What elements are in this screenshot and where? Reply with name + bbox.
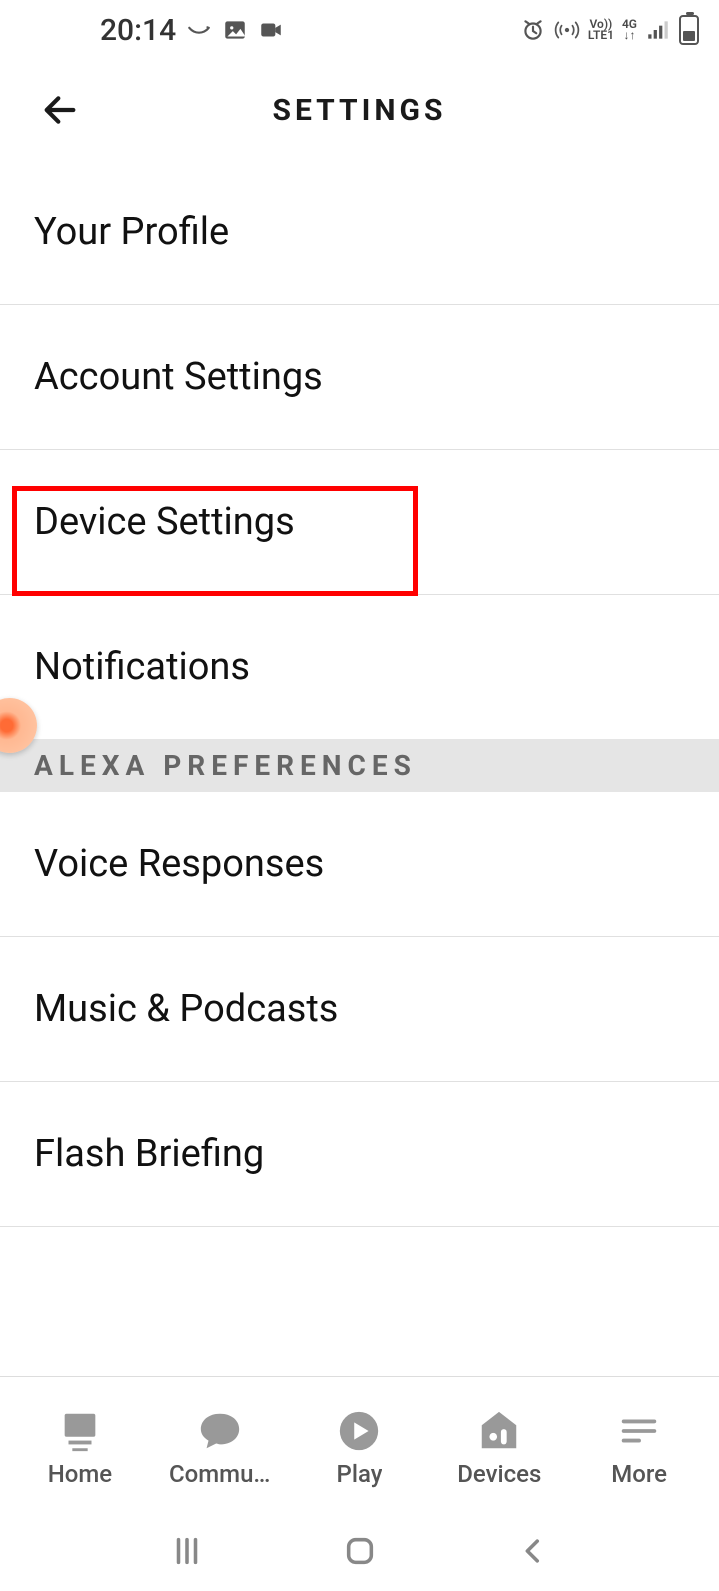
status-right: Vo))LTE1 4G↓↑ [520,15,699,45]
battery-icon [679,15,699,45]
devices-icon [474,1408,524,1454]
tab-play[interactable]: Play [290,1408,430,1488]
arrow-left-icon [40,90,80,130]
tab-label: Play [337,1460,383,1488]
hotspot-icon [554,17,580,43]
settings-item-label: Device Settings [34,500,295,544]
home-icon [55,1408,105,1454]
signal-icon [645,17,671,43]
tab-label: More [611,1460,667,1488]
back-nav-button[interactable] [513,1531,553,1571]
settings-item-your-profile[interactable]: Your Profile [0,160,719,305]
volte-indicator: Vo))LTE1 [588,19,614,41]
settings-item-device-settings[interactable]: Device Settings [0,450,719,595]
settings-item-flash-briefing[interactable]: Flash Briefing [0,1082,719,1227]
chevron-left-icon [516,1534,550,1568]
bottom-tab-bar: Home Commu… Play Devices More [0,1376,719,1511]
settings-item-label: Your Profile [34,210,229,254]
tab-label: Devices [457,1460,541,1488]
settings-item-music-podcasts[interactable]: Music & Podcasts [0,937,719,1082]
settings-item-account-settings[interactable]: Account Settings [0,305,719,450]
image-icon [222,17,248,43]
settings-content: Your Profile Account Settings Device Set… [0,160,719,1376]
system-nav-bar [0,1511,719,1591]
tab-communicate[interactable]: Commu… [150,1408,290,1488]
recent-apps-button[interactable] [167,1531,207,1571]
tab-label: Commu… [169,1460,270,1488]
settings-item-label: Music & Podcasts [34,987,338,1031]
network-indicator: 4G↓↑ [622,19,637,41]
app-header: SETTINGS [0,60,719,160]
section-header-alexa-preferences: ALEXA PREFERENCES [0,739,719,792]
home-button[interactable] [340,1531,380,1571]
more-icon [614,1408,664,1454]
tab-home[interactable]: Home [10,1408,150,1488]
video-icon [258,17,284,43]
tab-more[interactable]: More [569,1408,709,1488]
settings-item-label: Flash Briefing [34,1132,264,1176]
status-time: 20:14 [100,13,176,48]
settings-item-notifications[interactable]: Notifications [0,595,719,739]
settings-item-label: Account Settings [34,355,323,399]
page-title: SETTINGS [273,93,447,128]
tab-devices[interactable]: Devices [429,1408,569,1488]
tab-label: Home [48,1460,112,1488]
amazon-swoosh-icon [186,17,212,43]
status-left: 20:14 [100,13,284,48]
settings-item-voice-responses[interactable]: Voice Responses [0,792,719,937]
settings-item-label: Notifications [34,645,250,689]
back-button[interactable] [40,90,80,130]
recent-icon [170,1534,204,1568]
chat-icon [195,1408,245,1454]
alarm-icon [520,17,546,43]
home-nav-icon [343,1534,377,1568]
status-bar: 20:14 Vo))LTE1 4G↓↑ [0,0,719,60]
settings-item-label: Voice Responses [34,842,324,886]
play-icon [334,1408,384,1454]
